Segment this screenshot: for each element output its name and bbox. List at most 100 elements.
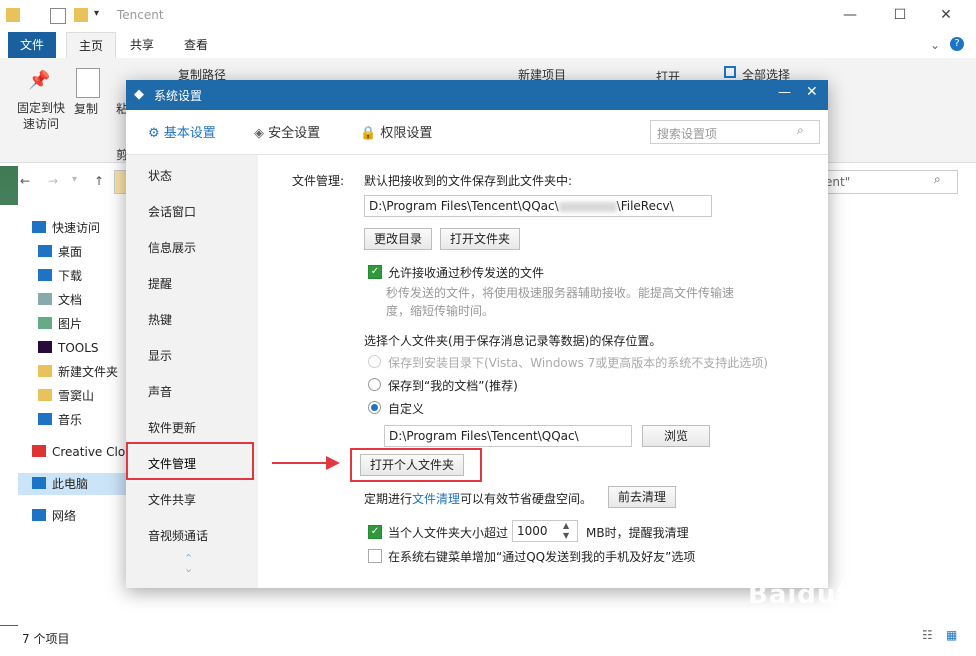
pin-icon: 📌 xyxy=(28,70,51,91)
fast-transfer-hint: 秒传发送的文件，将使用极速服务器辅助接收。能提高文件传输速度，缩短传输时间。 xyxy=(386,286,735,318)
category-item-2[interactable]: 信息展示 xyxy=(148,239,196,256)
category-item-5[interactable]: 显示 xyxy=(148,347,172,364)
sidebar-item-label: 图片 xyxy=(58,317,83,331)
receive-path-field[interactable]: D:\Program Files\Tencent\QQac\ \FileRecv\ xyxy=(364,195,712,217)
maximize-button[interactable]: ☐ xyxy=(880,4,920,26)
sidebar-item-5[interactable]: TOOLS xyxy=(38,337,99,359)
item-count: 7 个项目 xyxy=(22,632,70,646)
category-item-7[interactable]: 软件更新 xyxy=(148,419,196,436)
category-item-0[interactable]: 状态 xyxy=(148,167,172,184)
up-icon[interactable]: ↑ xyxy=(94,174,104,188)
gear-icon: ⚙ xyxy=(148,126,160,141)
new-folder-icon[interactable] xyxy=(74,8,88,22)
tab-home[interactable]: 主页 xyxy=(66,32,117,59)
settings-search-input[interactable]: 搜索设置项 ⌕ xyxy=(650,120,820,144)
folder-icon[interactable] xyxy=(6,8,20,22)
minimize-button[interactable]: — xyxy=(830,4,870,26)
browse-button[interactable]: 浏览 xyxy=(642,425,710,447)
tab-permission-settings[interactable]: 🔒 权限设置 xyxy=(360,122,432,141)
open-folder-button[interactable]: 打开文件夹 xyxy=(440,228,520,250)
category-item-3[interactable]: 提醒 xyxy=(148,275,172,292)
search-placeholder: 搜索设置项 xyxy=(657,127,718,141)
radio-install-dir[interactable] xyxy=(368,355,381,368)
receive-path-suffix: \FileRecv\ xyxy=(616,199,674,213)
recent-chevron-icon[interactable]: ▾ xyxy=(72,174,77,185)
scroll-arrows-icon[interactable]: ⌃ ⌄ xyxy=(184,553,193,574)
size-threshold-stepper[interactable]: 1000 ▲ ▼ xyxy=(512,520,578,542)
radio-install-dir-label: 保存到安装目录下(Vista、Windows 7或更高版本的系统不支持此选项) xyxy=(388,356,768,370)
save-location-desc: 默认把接收到的文件保存到此文件夹中: xyxy=(364,174,573,188)
chevron-down-icon[interactable]: ▾ xyxy=(94,8,99,19)
tab-file[interactable]: 文件 xyxy=(8,32,57,58)
tab-security-settings[interactable]: ◈ 安全设置 xyxy=(254,122,320,141)
file-cleanup-link[interactable]: 文件清理 xyxy=(412,492,460,506)
size-reminder-checkbox[interactable]: ✓ xyxy=(368,525,382,539)
select-all-icon xyxy=(724,66,736,78)
sidebar-item-8[interactable]: 音乐 xyxy=(38,409,82,431)
tab-view[interactable]: 查看 xyxy=(172,32,220,58)
go-cleanup-button[interactable]: 前去清理 xyxy=(608,486,676,508)
category-item-10[interactable]: 音视频通话 xyxy=(148,527,208,544)
file-management-highlight xyxy=(126,442,254,480)
large-icons-view-icon[interactable]: ▦ xyxy=(946,628,957,642)
sidebar-item-11[interactable]: 网络 xyxy=(32,505,76,527)
stepper-arrows-icon[interactable]: ▲ ▼ xyxy=(563,521,569,541)
tab-basic-settings[interactable]: ⚙ 基本设置 xyxy=(148,122,216,141)
sidebar-item-2[interactable]: 下载 xyxy=(38,265,82,287)
category-item-9[interactable]: 文件共享 xyxy=(148,491,196,508)
sidebar-item-4[interactable]: 图片 xyxy=(38,313,82,335)
pin-quick-access-button[interactable]: 固定到快速访问 xyxy=(14,100,68,132)
sidebar-item-3[interactable]: 文档 xyxy=(38,289,82,311)
category-item-1[interactable]: 会话窗口 xyxy=(148,203,196,220)
details-view-icon[interactable]: ☷ xyxy=(922,628,933,642)
network-icon xyxy=(32,509,46,521)
sidebar-item-10[interactable]: 此电脑 xyxy=(18,473,126,495)
properties-icon[interactable] xyxy=(50,8,66,24)
ribbon-collapse-icon[interactable]: ⌄ xyxy=(930,38,940,52)
search-icon[interactable]: ⌕ xyxy=(934,172,941,187)
premiere-icon xyxy=(38,341,52,353)
settings-dialog: ◆ 系统设置 — ✕ ⚙ 基本设置 ◈ 安全设置 🔒 权限设置 搜索设置项 ⌕ … xyxy=(126,80,828,588)
help-icon[interactable]: ? xyxy=(950,37,964,51)
open-personal-folder-button[interactable]: 打开个人文件夹 xyxy=(360,454,464,476)
dialog-title: 系统设置 xyxy=(154,89,203,103)
dialog-minimize-button[interactable]: — xyxy=(778,85,791,100)
radio-my-documents-label: 保存到“我的文档”(推荐) xyxy=(388,379,518,393)
qq-penguin-icon: ◆ xyxy=(134,87,144,102)
status-bar: 7 个项目 ☷ ▦ xyxy=(0,626,976,656)
sidebar-item-label: 文档 xyxy=(58,293,83,307)
download-icon xyxy=(38,269,52,281)
category-item-4[interactable]: 热键 xyxy=(148,311,172,328)
sidebar-item-label: 桌面 xyxy=(58,245,83,259)
folder-icon xyxy=(38,365,52,377)
music-icon xyxy=(38,413,52,425)
radio-my-documents[interactable] xyxy=(368,378,381,391)
sidebar-item-label: 此电脑 xyxy=(52,477,89,491)
sidebar-item-9[interactable]: Creative Clou xyxy=(32,441,133,463)
dialog-close-button[interactable]: ✕ xyxy=(806,84,818,100)
sidebar-item-7[interactable]: 雪窦山 xyxy=(38,385,94,407)
context-menu-checkbox[interactable] xyxy=(368,549,382,563)
desktop-icon xyxy=(38,245,52,257)
sidebar-item-6[interactable]: 新建文件夹 xyxy=(38,361,118,383)
size-reminder-pre: 当个人文件夹大小超过 xyxy=(388,526,509,540)
sidebar-item-label: 音乐 xyxy=(58,413,83,427)
radio-custom[interactable] xyxy=(368,401,381,414)
star-icon xyxy=(32,221,46,233)
sidebar-item-1[interactable]: 桌面 xyxy=(38,241,82,263)
category-item-6[interactable]: 声音 xyxy=(148,383,172,400)
allow-fast-transfer-checkbox[interactable]: ✓ xyxy=(368,265,382,279)
copy-button[interactable]: 复制 xyxy=(74,100,98,117)
baidu-watermark-url: jingyan.baidu.com xyxy=(750,612,861,626)
size-reminder-post: MB时，提醒我清理 xyxy=(586,526,689,540)
back-icon[interactable]: ← xyxy=(20,174,30,188)
forward-icon[interactable]: → xyxy=(48,174,58,188)
close-button[interactable]: ✕ xyxy=(926,4,966,26)
dialog-title-bar: ◆ 系统设置 — ✕ xyxy=(126,80,828,110)
custom-path-field[interactable]: D:\Program Files\Tencent\QQac\ xyxy=(384,425,632,447)
tab-basic-label: 基本设置 xyxy=(163,126,216,141)
cleanup-post: 可以有效节省硬盘空间。 xyxy=(460,492,593,506)
sidebar-item-0[interactable]: 快速访问 xyxy=(32,217,100,239)
change-directory-button[interactable]: 更改目录 xyxy=(364,228,432,250)
tab-share[interactable]: 共享 xyxy=(118,32,166,58)
